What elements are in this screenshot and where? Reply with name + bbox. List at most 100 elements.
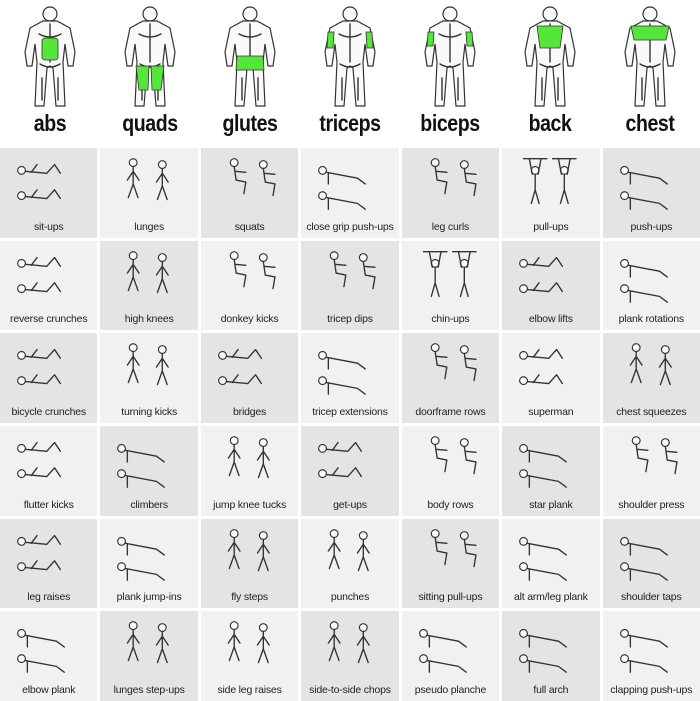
muscle-group-title: triceps bbox=[319, 110, 381, 136]
exercise-cell: lunges bbox=[100, 148, 198, 238]
exercise-illustration-icon bbox=[17, 441, 62, 479]
front-body-figure-icon bbox=[124, 6, 176, 107]
muscle-group-title: biceps bbox=[420, 110, 480, 136]
exercise-cell: bicycle crunches bbox=[0, 333, 98, 423]
exercise-cell: side leg raises bbox=[200, 611, 299, 701]
exercise-cell: star plank bbox=[502, 425, 600, 516]
exercise-label: reverse crunches bbox=[10, 313, 88, 326]
exercise-illustration-icon bbox=[329, 250, 376, 289]
exercise-cell: punches bbox=[301, 518, 399, 609]
exercise-cell: full arch bbox=[502, 611, 600, 701]
exercise-label: bicycle crunches bbox=[11, 405, 87, 418]
exercise-illustration-icon bbox=[127, 343, 170, 386]
exercise-illustration-icon bbox=[430, 436, 477, 475]
exercise-label: get-ups bbox=[333, 498, 367, 511]
exercise-illustration-icon bbox=[117, 443, 166, 488]
exercise-cell: side-to-side chops bbox=[301, 611, 399, 701]
exercise-label: leg raises bbox=[27, 591, 71, 604]
front-body-figure-icon bbox=[424, 6, 476, 107]
exercise-cell: flutter kicks bbox=[0, 425, 98, 516]
exercise-illustration-icon bbox=[519, 629, 568, 674]
exercise-illustration-icon bbox=[318, 165, 367, 210]
exercise-illustration-icon bbox=[430, 343, 477, 382]
muscle-column-3: triceps bbox=[300, 0, 400, 146]
exercise-cell: doorframe rows bbox=[401, 333, 500, 423]
exercise-cell: sitting pull-ups bbox=[401, 518, 500, 609]
exercise-illustration-icon bbox=[229, 158, 276, 197]
exercise-cell: leg curls bbox=[401, 148, 500, 238]
muscle-column-0: abs bbox=[0, 0, 100, 146]
exercise-cell: shoulder taps bbox=[602, 518, 700, 609]
exercise-illustration-icon bbox=[227, 621, 270, 664]
exercise-label: squats bbox=[234, 220, 265, 233]
exercise-label: shoulder taps bbox=[621, 591, 682, 604]
exercise-label: turning kicks bbox=[121, 405, 178, 418]
exercise-cell: clapping push-ups bbox=[602, 611, 700, 701]
exercise-label: punches bbox=[330, 591, 370, 604]
front-body-figure-icon bbox=[24, 6, 76, 107]
exercise-cell: fly steps bbox=[200, 518, 299, 609]
exercise-cell: sit-ups bbox=[0, 148, 98, 238]
exercise-label: plank jump-ins bbox=[116, 591, 182, 604]
exercise-illustration-icon bbox=[631, 436, 678, 475]
muscle-column-1: quads bbox=[100, 0, 200, 146]
exercise-illustration-icon bbox=[519, 443, 568, 488]
exercise-illustration-icon bbox=[17, 534, 62, 571]
exercise-cell: body rows bbox=[401, 425, 500, 516]
exercise-illustration-icon bbox=[327, 621, 371, 664]
exercise-cell: elbow plank bbox=[0, 611, 98, 701]
exercise-illustration-icon bbox=[318, 441, 363, 479]
exercise-illustration-icon bbox=[127, 621, 170, 664]
exercise-label: jump knee tucks bbox=[213, 498, 286, 511]
exercise-illustration-icon bbox=[519, 349, 564, 386]
exercise-label: alt arm/leg plank bbox=[514, 591, 588, 604]
exercise-illustration-icon bbox=[17, 349, 62, 386]
exercise-cell: leg raises bbox=[0, 518, 98, 609]
exercise-cell: alt arm/leg plank bbox=[502, 518, 600, 609]
exercise-cell: high knees bbox=[100, 240, 198, 331]
exercise-label: climbers bbox=[130, 498, 168, 511]
muscle-group-title: abs bbox=[33, 110, 67, 136]
exercise-illustration-icon bbox=[418, 629, 467, 674]
exercise-cell: turning kicks bbox=[100, 333, 198, 423]
muscle-group-header: abs quads glutes triceps biceps back che… bbox=[0, 0, 700, 146]
back-body-figure-icon bbox=[324, 6, 376, 107]
exercise-illustration-icon bbox=[318, 351, 367, 396]
exercise-label: chest squeezes bbox=[616, 405, 687, 418]
exercise-label: pull-ups bbox=[533, 220, 569, 233]
exercise-illustration-icon bbox=[619, 629, 668, 674]
exercise-cell: pseudo planche bbox=[401, 611, 500, 701]
muscle-group-title: glutes bbox=[222, 110, 278, 136]
exercise-cell: chin-ups bbox=[401, 240, 500, 331]
exercise-illustration-icon bbox=[619, 165, 668, 210]
exercise-cell: superman bbox=[502, 333, 600, 423]
exercise-label: star plank bbox=[529, 498, 573, 511]
exercise-illustration-icon bbox=[519, 256, 564, 293]
exercise-label: sitting pull-ups bbox=[418, 591, 483, 604]
exercise-illustration-icon bbox=[430, 158, 477, 197]
front-body-figure-icon bbox=[624, 6, 676, 107]
muscle-group-title: back bbox=[528, 110, 572, 136]
exercise-cell: shoulder press bbox=[602, 425, 700, 516]
exercise-label: superman bbox=[528, 405, 574, 418]
exercise-label: side leg raises bbox=[217, 683, 282, 696]
exercise-cell: tricep dips bbox=[301, 240, 399, 331]
exercise-illustration-icon bbox=[422, 250, 477, 297]
exercise-cell: squats bbox=[200, 148, 299, 238]
exercise-label: close grip push-ups bbox=[306, 220, 394, 233]
exercise-grid: sit-ups lunges squats close grip push-ups le… bbox=[0, 148, 700, 701]
exercise-illustration-icon bbox=[127, 250, 170, 293]
exercise-label: tricep dips bbox=[327, 313, 373, 326]
exercise-label: lunges step-ups bbox=[113, 683, 185, 696]
exercise-cell: jump knee tucks bbox=[200, 425, 299, 516]
exercise-cell: reverse crunches bbox=[0, 240, 98, 331]
exercise-cell: lunges step-ups bbox=[100, 611, 198, 701]
exercise-label: sit-ups bbox=[33, 220, 64, 233]
exercise-cell: tricep extensions bbox=[301, 333, 399, 423]
exercise-label: push-ups bbox=[630, 220, 673, 233]
exercise-label: high knees bbox=[124, 313, 174, 326]
back-body-figure-icon bbox=[524, 6, 576, 107]
exercise-cell: bridges bbox=[200, 333, 299, 423]
exercise-label: clapping push-ups bbox=[610, 683, 693, 696]
exercise-cell: pull-ups bbox=[502, 148, 600, 238]
